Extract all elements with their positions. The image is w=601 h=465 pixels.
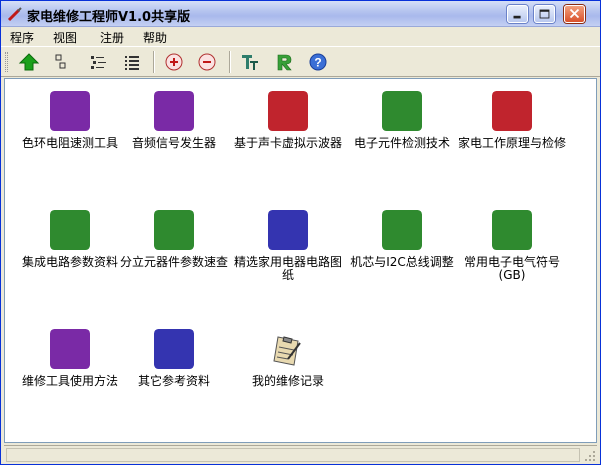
item-label: 电子元件检测技术 xyxy=(353,136,450,150)
item-appliance-principles[interactable]: TCL 家电工作原理与检修 xyxy=(453,91,571,150)
menu-view[interactable]: 视图 xyxy=(53,29,77,46)
help-icon[interactable]: ? xyxy=(307,52,329,72)
toolbar-separator xyxy=(153,51,155,73)
item-other-references[interactable]: 其它参考资料 xyxy=(115,329,233,388)
menu-bar: 程序 视图 注册 帮助 xyxy=(1,27,600,46)
item-circuit-diagrams[interactable]: 精选家用电器电路图纸 xyxy=(229,210,347,282)
component-tester-icon xyxy=(382,91,422,131)
item-label: 常用电子电气符号(GB) xyxy=(463,255,560,282)
resize-grip-icon[interactable] xyxy=(584,450,596,462)
svg-text:?: ? xyxy=(314,56,321,70)
menu-register[interactable]: 注册 xyxy=(100,29,124,46)
item-label: 其它参考资料 xyxy=(137,374,210,388)
zoom-in-icon[interactable] xyxy=(163,52,185,72)
item-label: 维修工具使用方法 xyxy=(21,374,118,388)
multimeter-icon xyxy=(50,91,90,131)
item-ic-parameters[interactable]: 集成电路参数资料 xyxy=(11,210,129,269)
repair-tools-icon xyxy=(50,329,90,369)
signal-generator-icon xyxy=(154,91,194,131)
item-my-repair-records[interactable]: 我的维修记录 xyxy=(229,329,347,388)
item-component-testing[interactable]: 电子元件检测技术 xyxy=(343,91,461,150)
zoom-out-icon[interactable] xyxy=(196,52,218,72)
tv-repair-icon: TCL xyxy=(492,91,532,131)
oscilloscope-icon xyxy=(268,91,308,131)
item-discrete-components[interactable]: 分立元器件参数速查 xyxy=(115,210,233,269)
item-label: 精选家用电器电路图纸 xyxy=(233,255,342,282)
symbols-icon: 13AC xyxy=(492,210,532,250)
item-label: 家电工作原理与检修 xyxy=(457,136,566,150)
item-electrical-symbols[interactable]: 13AC 常用电子电气符号(GB) xyxy=(453,210,571,282)
app-window: 家电维修工程师V1.0共享版 程序 视图 注册 帮助 ? 色环电阻速测工具 音频… xyxy=(0,0,601,465)
app-icon xyxy=(7,6,23,22)
parts-list-icon xyxy=(154,210,194,250)
status-pane xyxy=(6,448,580,462)
item-label: 基于声卡虚拟示波器 xyxy=(233,136,342,150)
close-button[interactable] xyxy=(564,5,585,23)
item-view[interactable]: 色环电阻速测工具 音频信号发生器 基于声卡虚拟示波器 电子元件检测技术 家电工作… xyxy=(4,78,597,443)
details-view-icon[interactable] xyxy=(121,52,143,72)
maximize-button[interactable] xyxy=(534,5,555,23)
status-bar xyxy=(4,445,597,463)
toolbar-separator xyxy=(229,51,231,73)
minimize-button[interactable] xyxy=(507,5,528,23)
item-color-resistor[interactable]: 色环电阻速测工具 xyxy=(11,91,129,150)
item-label: 分立元器件参数速查 xyxy=(119,255,228,269)
item-label: 集成电路参数资料 xyxy=(21,255,118,269)
circuit-diagram-icon xyxy=(268,210,308,250)
item-label: 我的维修记录 xyxy=(251,374,324,388)
ic-chip-icon xyxy=(50,210,90,250)
item-i2c-bus[interactable]: I2C 机芯与I2C总线调整 xyxy=(343,210,461,269)
item-repair-tools[interactable]: 维修工具使用方法 xyxy=(11,329,129,388)
menu-program[interactable]: 程序 xyxy=(10,29,34,46)
up-arrow-icon[interactable] xyxy=(18,52,40,72)
i2c-chip-icon: I2C xyxy=(382,210,422,250)
item-label: 音频信号发生器 xyxy=(131,136,216,150)
menu-help[interactable]: 帮助 xyxy=(143,29,167,46)
item-audio-generator[interactable]: 音频信号发生器 xyxy=(115,91,233,150)
clipboard-icon xyxy=(268,329,308,369)
item-label: 机芯与I2C总线调整 xyxy=(350,255,454,269)
title-bar[interactable]: 家电维修工程师V1.0共享版 xyxy=(1,1,600,27)
reference-book-icon xyxy=(154,329,194,369)
register-icon[interactable] xyxy=(273,52,295,72)
large-icons-view-icon[interactable] xyxy=(50,52,72,72)
toolbar: ? xyxy=(1,46,600,77)
category-badge-icon xyxy=(50,91,90,131)
font-icon[interactable] xyxy=(239,52,261,72)
item-label: 色环电阻速测工具 xyxy=(21,136,118,150)
toolbar-grip[interactable] xyxy=(5,52,8,72)
item-virtual-oscilloscope[interactable]: 基于声卡虚拟示波器 xyxy=(229,91,347,150)
window-title: 家电维修工程师V1.0共享版 xyxy=(27,10,191,25)
list-view-icon[interactable] xyxy=(87,52,109,72)
